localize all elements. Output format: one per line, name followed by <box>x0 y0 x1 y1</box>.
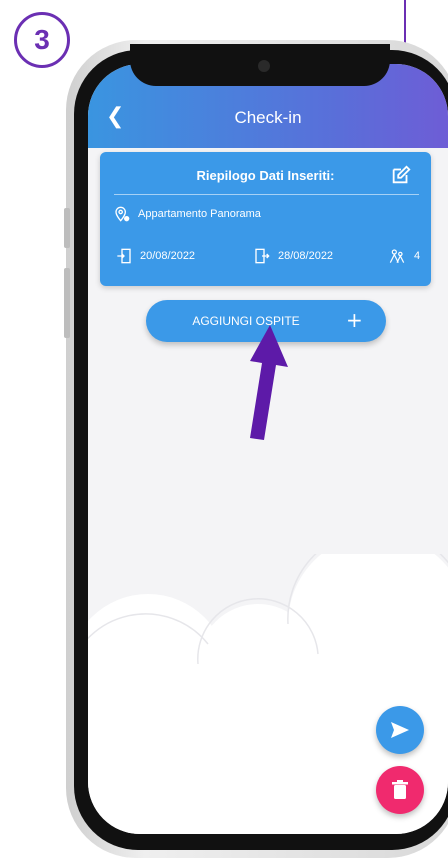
front-camera <box>258 60 270 72</box>
check-in-icon <box>117 248 131 264</box>
volume-button <box>64 268 70 338</box>
silent-switch <box>64 208 70 248</box>
property-name: Appartamento Panorama <box>138 208 261 220</box>
app-screen: ❮ Check-in Riepilogo Dati Inseriti: Appa… <box>88 64 448 834</box>
trash-icon <box>392 780 408 799</box>
summary-title: Riepilogo Dati Inseriti: <box>196 168 335 183</box>
guests-count: 4 <box>414 250 421 262</box>
step-number-badge: 3 <box>14 12 70 68</box>
delete-button[interactable] <box>376 766 424 814</box>
guests-icon <box>389 249 405 263</box>
check-out-date: 28/08/2022 <box>278 250 334 262</box>
summary-card: Riepilogo Dati Inseriti: Appartamento Pa… <box>100 152 431 286</box>
send-button[interactable] <box>376 706 424 754</box>
send-icon <box>391 722 409 738</box>
card-divider <box>114 194 419 195</box>
location-icon <box>115 206 130 222</box>
stay-info-row: 20/08/2022 28/08/2022 4 <box>100 248 431 268</box>
edit-icon[interactable] <box>390 164 412 186</box>
pointer-arrow <box>250 325 288 440</box>
plus-icon: + <box>346 308 363 332</box>
check-out-icon <box>255 248 270 264</box>
check-in-date: 20/08/2022 <box>140 250 196 262</box>
page-title: Check-in <box>234 108 302 127</box>
